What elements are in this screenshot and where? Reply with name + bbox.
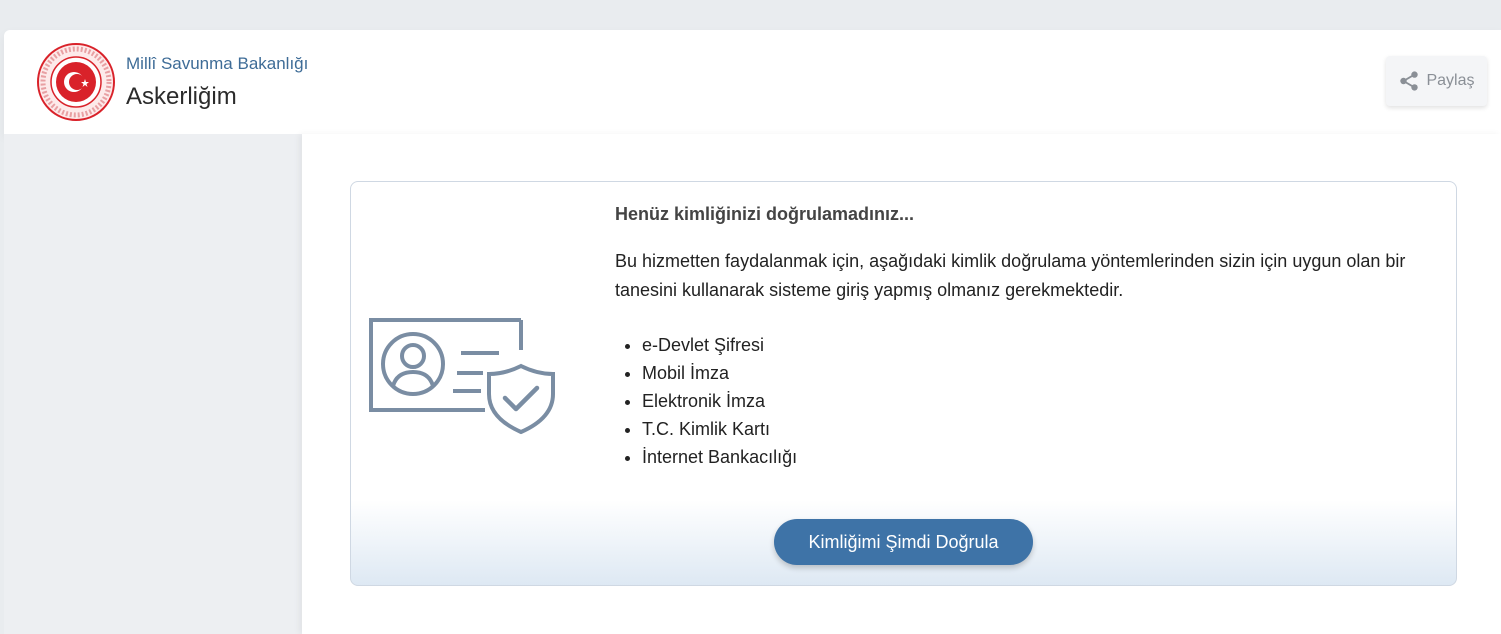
app-title: Askerliğim bbox=[126, 83, 237, 110]
share-button[interactable]: Paylaş bbox=[1386, 56, 1487, 106]
card-text: Henüz kimliğinizi doğrulamadınız... Bu h… bbox=[615, 204, 1435, 471]
verification-card: Henüz kimliğinizi doğrulamadınız... Bu h… bbox=[350, 181, 1457, 586]
share-button-label: Paylaş bbox=[1426, 72, 1475, 89]
card-description: Bu hizmetten faydalanmak için, aşağıdaki… bbox=[615, 251, 1406, 300]
card-title: Henüz kimliğinizi doğrulamadınız... bbox=[615, 204, 915, 224]
list-item: İnternet Bankacılığı bbox=[642, 443, 1435, 471]
verify-identity-button[interactable]: Kimliğimi Şimdi Doğrula bbox=[774, 519, 1033, 565]
list-item: Mobil İmza bbox=[642, 359, 1435, 387]
id-card-shield-icon bbox=[369, 318, 555, 435]
auth-methods-list: e-Devlet Şifresi Mobil İmza Elektronik İ… bbox=[615, 331, 1435, 471]
list-item: T.C. Kimlik Kartı bbox=[642, 415, 1435, 443]
sidebar bbox=[4, 134, 302, 634]
share-icon bbox=[1400, 71, 1419, 91]
list-item: Elektronik İmza bbox=[642, 387, 1435, 415]
org-name: Millî Savunma Bakanlığı bbox=[126, 54, 309, 73]
main-content: Henüz kimliğinizi doğrulamadınız... Bu h… bbox=[302, 134, 1501, 634]
ministry-seal-icon bbox=[37, 43, 115, 121]
page-header: Millî Savunma Bakanlığı Askerliğim Payla… bbox=[4, 30, 1501, 134]
list-item: e-Devlet Şifresi bbox=[642, 331, 1435, 359]
